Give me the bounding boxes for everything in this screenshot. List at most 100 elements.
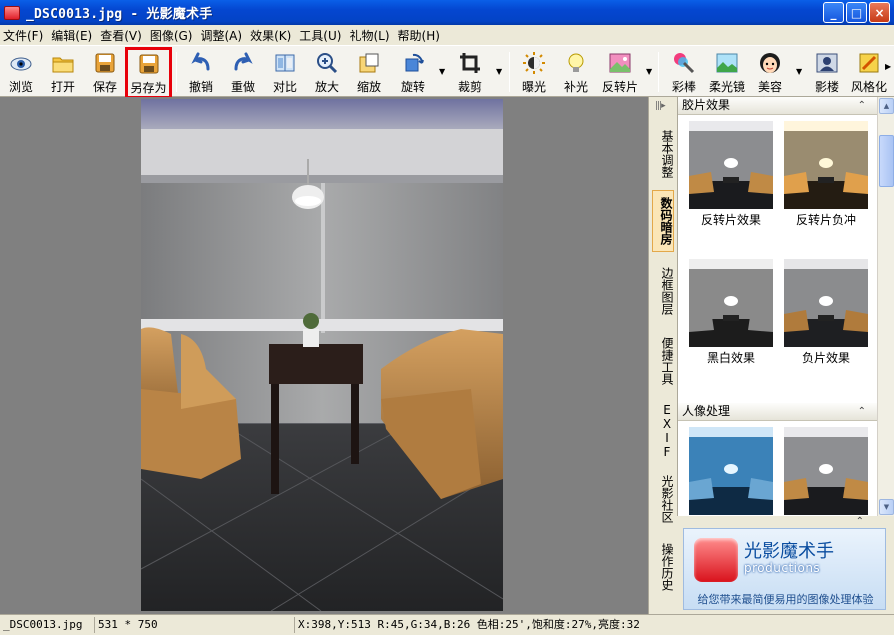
section-header-film[interactable]: 胶片效果 ⌃	[678, 97, 878, 115]
collapse-chevron-icon[interactable]: ⌃	[858, 97, 866, 114]
light-bulb-icon	[564, 51, 588, 75]
compare-icon	[273, 51, 297, 75]
effect-negative[interactable]: 负片效果	[784, 259, 868, 367]
side-tab-strip: |||▸ 基本调整 数码暗房 边框图层 便捷工具 EXIF 光影社区 操作历史	[648, 97, 676, 614]
save-button[interactable]: 保存	[84, 49, 126, 95]
effect-thumbnail	[689, 259, 773, 347]
image-canvas[interactable]	[0, 97, 648, 614]
floppy-save-as-icon	[137, 52, 161, 76]
rotate-button[interactable]: 旋转	[392, 49, 434, 95]
menu-adjust[interactable]: 调整(A)	[199, 27, 249, 44]
menu-help[interactable]: 帮助(H)	[397, 27, 447, 44]
crop-icon	[458, 51, 482, 75]
scroll-thumb[interactable]	[879, 135, 894, 187]
effect-thumbnail	[784, 427, 868, 515]
title-bar: _DSC0013.jpg - 光影魔术手 _ □ ×	[0, 0, 894, 25]
effect-black-white[interactable]: 黑白效果	[689, 259, 773, 367]
toolbar: 浏览 打开 保存 另存为 撤销 重做 对比 放大 缩放 旋转 ▼ 裁剪 ▼ 曝光…	[0, 45, 894, 99]
tab-community[interactable]: 光影社区	[652, 469, 674, 529]
color-wand-icon	[672, 51, 696, 75]
menu-view[interactable]: 查看(V)	[99, 27, 149, 44]
zoom-out-button[interactable]: 缩放	[348, 49, 390, 95]
app-logo-icon	[694, 538, 738, 582]
soft-focus-button[interactable]: 柔光镜	[706, 49, 748, 95]
beauty-button[interactable]: 美容	[749, 49, 791, 95]
effect-reverse-film-push[interactable]: 反转片负冲	[784, 121, 868, 229]
status-bar: _DSC0013.jpg 531 * 750 X:398,Y:513 R:45,…	[0, 614, 894, 635]
collapse-chevron-icon[interactable]: ⌃	[858, 403, 866, 420]
menu-image[interactable]: 图像(G)	[149, 27, 200, 44]
crop-button[interactable]: 裁剪	[449, 49, 491, 95]
folder-icon	[51, 51, 75, 75]
portrait-dropdown-arrow[interactable]: ▼	[796, 67, 803, 76]
tab-digital-darkroom[interactable]: 数码暗房	[652, 190, 674, 252]
section-header-portrait[interactable]: 人像处理 ⌃	[678, 403, 878, 421]
maximize-button[interactable]: □	[846, 2, 867, 23]
tab-border-layers[interactable]: 边框图层	[652, 261, 674, 321]
undo-arrow-icon	[189, 51, 213, 75]
effect-thumbnail	[689, 121, 773, 209]
effects-dropdown-arrow[interactable]: ▼	[646, 67, 653, 76]
effect-thumbnail	[689, 427, 773, 515]
scroll-down-arrow-icon[interactable]: ▼	[879, 499, 894, 515]
status-filename: _DSC0013.jpg	[3, 618, 83, 631]
window-title: _DSC0013.jpg - 光影魔术手	[26, 7, 213, 22]
save-as-button[interactable]: 另存为	[125, 47, 172, 99]
toolbar-more-arrow[interactable]: ▶	[885, 62, 892, 71]
app-icon	[4, 5, 20, 20]
toolbar-separator	[509, 52, 510, 92]
status-dimensions: 531 * 750	[94, 617, 294, 633]
eye-icon	[9, 51, 33, 75]
resize-icon	[357, 51, 381, 75]
compare-button[interactable]: 对比	[264, 49, 306, 95]
toolbar-separator	[176, 52, 177, 92]
panel-scrollbar[interactable]: ▲ ▼	[877, 97, 894, 517]
promo-area: ⌃ 光影魔术手 productions 给您带来最简便易用的图像处理体验	[677, 516, 894, 614]
minimize-button[interactable]: _	[823, 2, 844, 23]
status-pixel-info: X:398,Y:513 R:45,G:34,B:26 色相:25',饱和度:27…	[294, 617, 894, 633]
effect-portrait-1[interactable]	[689, 427, 773, 515]
floppy-icon	[93, 51, 117, 75]
fill-light-button[interactable]: 补光	[555, 49, 597, 95]
tab-history[interactable]: 操作历史	[652, 537, 674, 597]
studio-button[interactable]: 影楼	[806, 49, 848, 95]
close-button[interactable]: ×	[869, 2, 890, 23]
crop-dropdown-arrow[interactable]: ▼	[496, 67, 503, 76]
browse-button[interactable]: 浏览	[0, 49, 42, 95]
reverse-film-button[interactable]: 反转片	[599, 49, 641, 95]
menu-effects[interactable]: 效果(K)	[249, 27, 298, 44]
undo-button[interactable]: 撤销	[180, 49, 222, 95]
effect-reverse-film[interactable]: 反转片效果	[689, 121, 773, 229]
redo-button[interactable]: 重做	[222, 49, 264, 95]
scroll-up-arrow-icon[interactable]: ▲	[879, 98, 894, 114]
style-palette-icon	[857, 51, 881, 75]
menu-gifts[interactable]: 礼物(L)	[348, 27, 396, 44]
tab-basic-adjust[interactable]: 基本调整	[652, 125, 674, 183]
menu-bar: 文件(F) 编辑(E) 查看(V) 图像(G) 调整(A) 效果(K) 工具(U…	[0, 25, 894, 45]
menu-edit[interactable]: 编辑(E)	[50, 27, 99, 44]
menu-tools[interactable]: 工具(U)	[298, 27, 348, 44]
landscape-photo-icon	[608, 51, 632, 75]
open-button[interactable]: 打开	[42, 49, 84, 95]
tab-exif[interactable]: EXIF	[652, 401, 674, 461]
tab-quick-tools[interactable]: 便捷工具	[652, 331, 674, 391]
effect-portrait-2[interactable]	[784, 427, 868, 515]
sun-icon	[522, 51, 546, 75]
zoom-in-button[interactable]: 放大	[306, 49, 348, 95]
effect-thumbnail	[784, 259, 868, 347]
soft-landscape-icon	[715, 51, 739, 75]
portrait-frame-icon	[815, 51, 839, 75]
collapse-grip-icon[interactable]: |||▸	[655, 101, 666, 111]
face-icon	[758, 51, 782, 75]
color-pen-button[interactable]: 彩棒	[663, 49, 705, 95]
style-button[interactable]: 风格化	[848, 49, 890, 95]
exposure-button[interactable]: 曝光	[513, 49, 555, 95]
redo-arrow-icon	[231, 51, 255, 75]
menu-file[interactable]: 文件(F)	[2, 27, 50, 44]
rotate-dropdown-arrow[interactable]: ▼	[439, 67, 446, 76]
promo-banner[interactable]: 光影魔术手 productions 给您带来最简便易用的图像处理体验	[683, 528, 886, 610]
rotate-icon	[401, 51, 425, 75]
collapse-chevron-icon[interactable]: ⌃	[856, 516, 864, 527]
magnifier-plus-icon	[315, 51, 339, 75]
effect-thumbnail	[784, 121, 868, 209]
